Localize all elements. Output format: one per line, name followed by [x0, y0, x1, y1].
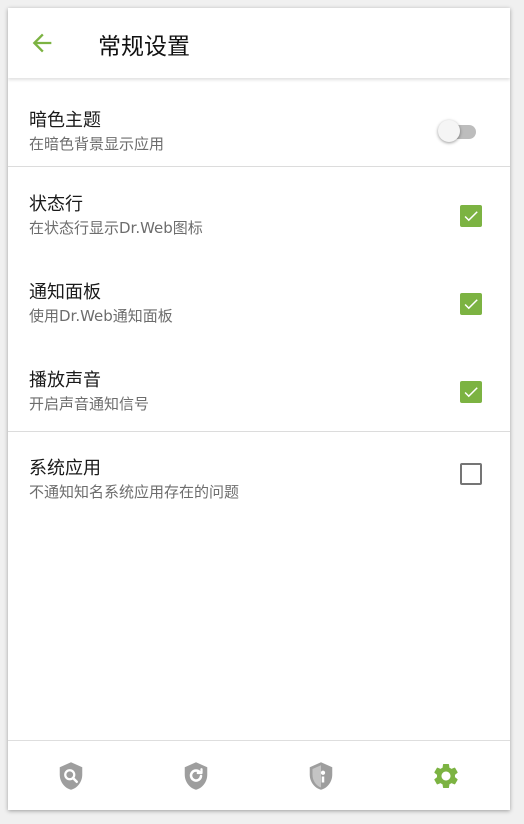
shield-refresh-icon	[184, 762, 208, 790]
app-bar: 常规设置	[8, 8, 510, 78]
arrow-back-icon	[32, 33, 52, 53]
gear-icon	[434, 764, 458, 788]
setting-subtitle: 在暗色背景显示应用	[29, 135, 165, 153]
setting-play-sound[interactable]: 播放声音 开启声音通知信号	[8, 343, 510, 431]
toggle-thumb	[438, 120, 460, 142]
setting-subtitle: 在状态行显示Dr.Web图标	[29, 219, 203, 237]
play-sound-checkbox[interactable]	[460, 381, 482, 403]
check-icon	[464, 211, 478, 222]
setting-subtitle: 使用Dr.Web通知面板	[29, 307, 173, 325]
setting-title: 通知面板	[29, 282, 101, 303]
setting-title: 状态行	[29, 194, 83, 215]
setting-dark-theme[interactable]: 暗色主题 在暗色背景显示应用	[8, 80, 510, 166]
setting-notification-panel[interactable]: 通知面板 使用Dr.Web通知面板	[8, 255, 510, 343]
nav-privacy[interactable]	[306, 761, 336, 791]
setting-title: 播放声音	[29, 370, 101, 391]
nav-settings[interactable]	[431, 761, 461, 791]
back-button[interactable]	[28, 29, 56, 57]
check-icon	[464, 387, 478, 398]
notification-panel-checkbox[interactable]	[460, 293, 482, 315]
setting-subtitle: 开启声音通知信号	[29, 395, 150, 413]
setting-title: 暗色主题	[29, 110, 101, 131]
setting-subtitle: 不通知知名系统应用存在的问题	[29, 483, 240, 501]
shield-privacy-icon	[309, 762, 333, 790]
setting-status-bar[interactable]: 状态行 在状态行显示Dr.Web图标	[8, 167, 510, 255]
page-title: 常规设置	[98, 34, 190, 60]
status-bar-checkbox[interactable]	[460, 205, 482, 227]
setting-title: 系统应用	[29, 458, 101, 479]
shield-search-icon	[59, 762, 83, 790]
check-icon	[464, 299, 478, 310]
setting-system-apps[interactable]: 系统应用 不通知知名系统应用存在的问题	[8, 432, 510, 520]
system-apps-checkbox[interactable]	[460, 463, 482, 485]
bottom-navigation	[8, 740, 510, 810]
nav-update[interactable]	[181, 761, 211, 791]
dark-theme-toggle[interactable]	[438, 119, 476, 142]
settings-list: 暗色主题 在暗色背景显示应用 状态行 在状态行显示Dr.Web图标 通知面板 使…	[8, 80, 510, 520]
nav-scanner[interactable]	[56, 761, 86, 791]
phone-screen: 常规设置 暗色主题 在暗色背景显示应用 状态行 在状态行显示Dr.Web图标 通…	[8, 8, 510, 810]
